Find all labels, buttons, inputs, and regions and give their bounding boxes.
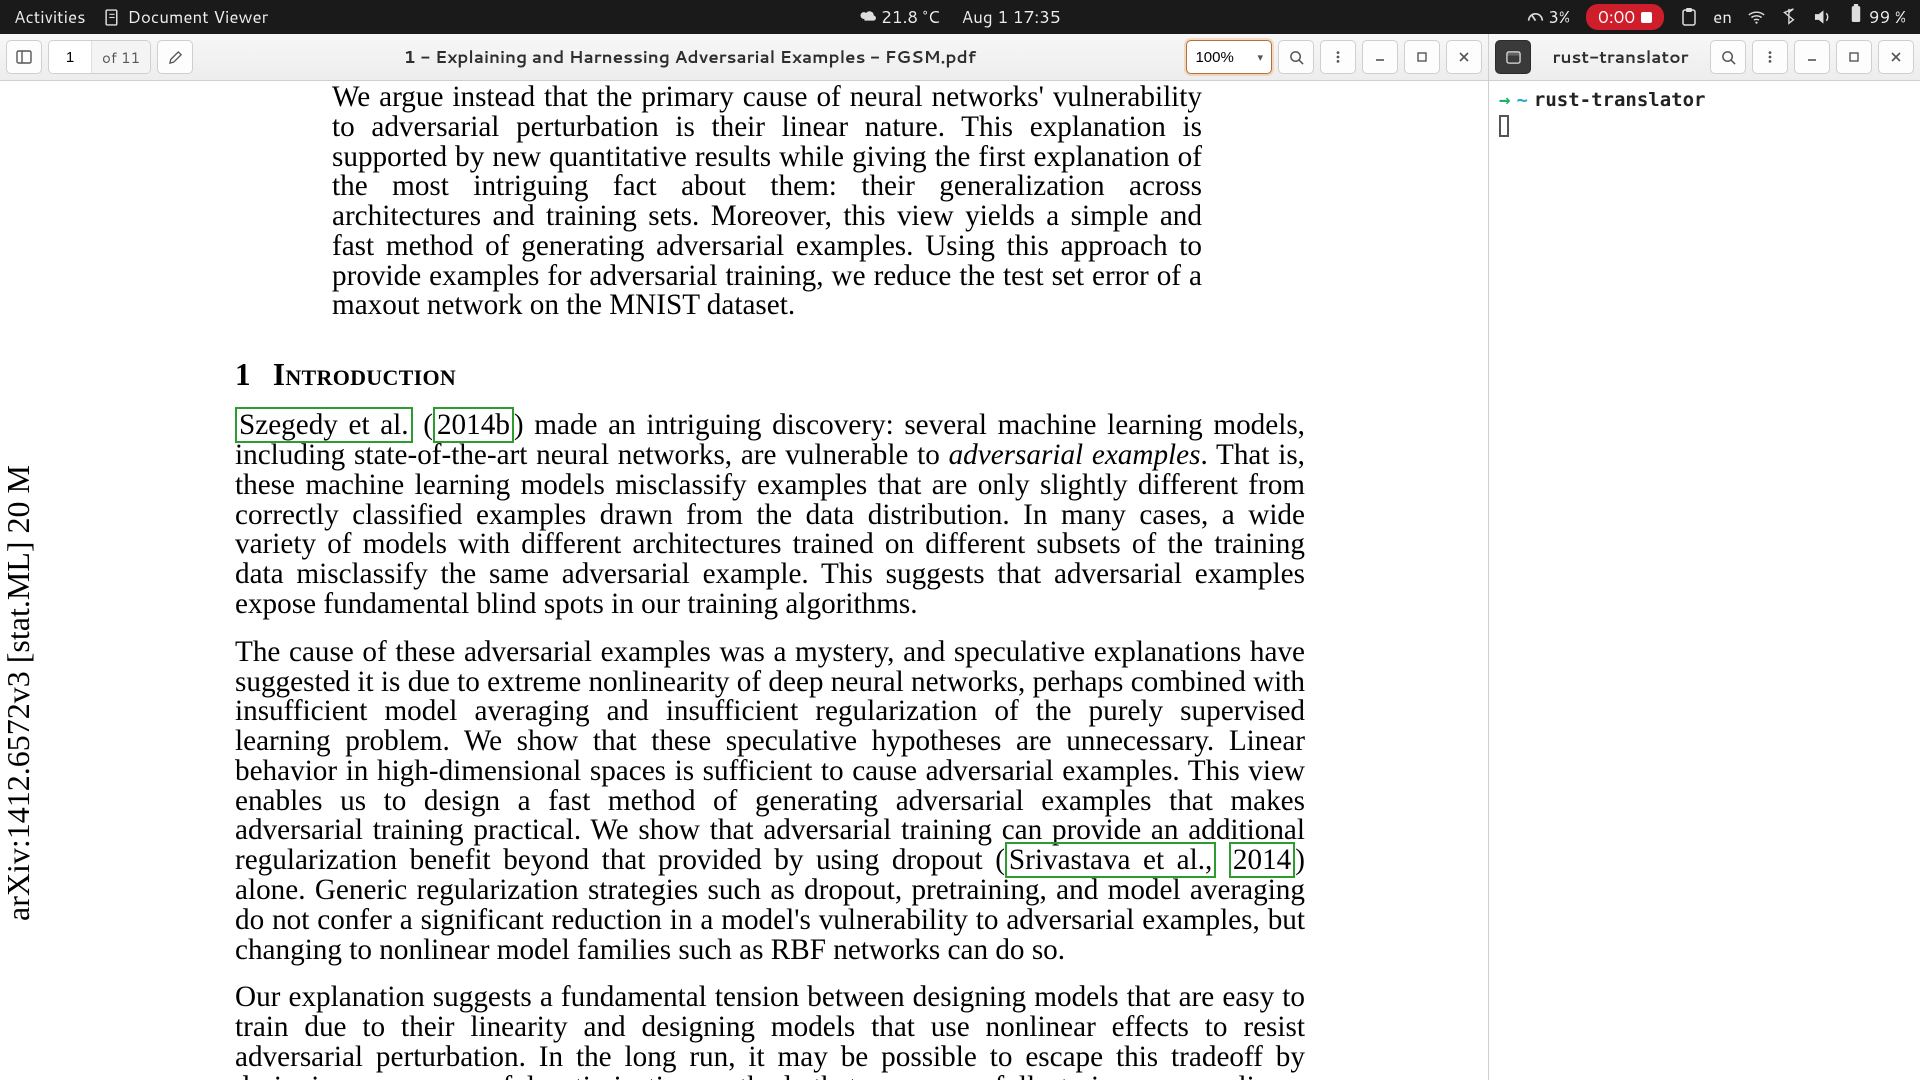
citation-link[interactable]: Srivastava et al., (1005, 842, 1216, 878)
menu-button[interactable] (1320, 40, 1356, 74)
citation-link[interactable]: 2014 (1229, 842, 1295, 878)
terminal-search-button[interactable] (1710, 40, 1746, 74)
sidebar-toggle-button[interactable] (6, 40, 42, 74)
battery-icon (1847, 5, 1864, 22)
minimize-icon (1374, 51, 1386, 63)
page-total-label: of 11 (91, 41, 150, 73)
clipboard-icon[interactable] (1680, 9, 1697, 26)
search-icon (1289, 50, 1304, 65)
close-button[interactable] (1446, 40, 1482, 74)
minimize-icon (1806, 51, 1818, 63)
prompt-tilde: ~ (1516, 89, 1527, 111)
pomodoro-timer[interactable]: 0:00 (1586, 4, 1664, 30)
prompt-arrow-icon: → (1499, 89, 1510, 111)
page-current-input[interactable] (49, 41, 91, 73)
document-viewer-window: of 11 1 - Explaining and Harnessing Adve… (0, 34, 1488, 1080)
pdf-page: We argue instead that the primary cause … (235, 81, 1305, 1080)
wifi-icon[interactable] (1748, 9, 1765, 26)
arxiv-stamp: arXiv:1412.6572v3 [stat.ML] 20 M (0, 465, 37, 921)
terminal-maximize-button[interactable] (1836, 40, 1872, 74)
terminal-cursor (1499, 115, 1509, 137)
paragraph-1: Szegedy et al. (2014b) made an intriguin… (235, 411, 1305, 619)
terminal-headerbar: rust-translator (1489, 34, 1920, 81)
maximize-icon (1848, 51, 1860, 63)
clock[interactable]: Aug 1 17:35 (962, 5, 1061, 29)
close-icon (1458, 51, 1470, 63)
battery-indicator[interactable]: 99 % (1847, 5, 1906, 29)
app-menu[interactable]: Document Viewer (104, 5, 269, 29)
annotate-button[interactable] (157, 40, 193, 74)
keyboard-layout[interactable]: en (1713, 5, 1732, 29)
maximize-icon (1416, 51, 1428, 63)
weather-indicator[interactable]: 21.8 °C (859, 5, 939, 29)
terminal-title: rust-translator (1537, 45, 1704, 69)
chevron-down-icon: ▾ (1253, 49, 1267, 65)
kebab-icon (1763, 50, 1777, 64)
volume-icon[interactable] (1814, 9, 1831, 26)
paragraph-2: The cause of these adversarial examples … (235, 638, 1305, 966)
terminal-body[interactable]: → ~ rust-translator (1489, 81, 1920, 1080)
gauge-icon (1527, 7, 1544, 24)
search-icon (1721, 50, 1736, 65)
cloud-icon (859, 7, 876, 24)
minimize-button[interactable] (1362, 40, 1398, 74)
pencil-icon (168, 50, 183, 65)
paragraph-3: Our explanation suggests a fundamental t… (235, 983, 1305, 1080)
page-number-box: of 11 (48, 40, 151, 74)
bluetooth-icon[interactable] (1781, 9, 1798, 26)
citation-link[interactable]: 2014b (433, 407, 514, 443)
new-tab-button[interactable] (1495, 40, 1531, 74)
document-viewer-icon (104, 9, 121, 26)
document-viewer-headerbar: of 11 1 - Explaining and Harnessing Adve… (0, 34, 1488, 81)
app-menu-label: Document Viewer (128, 5, 269, 29)
section-1-heading: 1Introduction (235, 357, 1305, 393)
zoom-selector[interactable]: ▾ (1186, 40, 1272, 74)
gnome-top-bar: Activities Document Viewer 21.8 °C Aug 1… (0, 0, 1920, 34)
stop-icon (1641, 12, 1652, 23)
search-button[interactable] (1278, 40, 1314, 74)
terminal-close-button[interactable] (1878, 40, 1914, 74)
terminal-minimize-button[interactable] (1794, 40, 1830, 74)
zoom-input[interactable] (1195, 49, 1253, 66)
document-body[interactable]: arXiv:1412.6572v3 [stat.ML] 20 M We argu… (0, 81, 1488, 1080)
terminal-prompt: → ~ rust-translator (1499, 89, 1910, 111)
document-title: 1 - Explaining and Harnessing Adversaria… (199, 45, 1180, 69)
kebab-icon (1331, 50, 1345, 64)
activities-button[interactable]: Activities (14, 5, 86, 29)
prompt-cwd: rust-translator (1534, 89, 1706, 111)
abstract-text: We argue instead that the primary cause … (332, 83, 1202, 321)
citation-link[interactable]: Szegedy et al. (235, 407, 413, 443)
sidebar-icon (16, 49, 32, 65)
terminal-menu-button[interactable] (1752, 40, 1788, 74)
terminal-tab-icon (1506, 50, 1521, 65)
terminal-window: rust-translator → ~ rust-translator (1488, 34, 1920, 1080)
close-icon (1890, 51, 1902, 63)
cpu-indicator[interactable]: 3% (1527, 5, 1570, 29)
maximize-button[interactable] (1404, 40, 1440, 74)
